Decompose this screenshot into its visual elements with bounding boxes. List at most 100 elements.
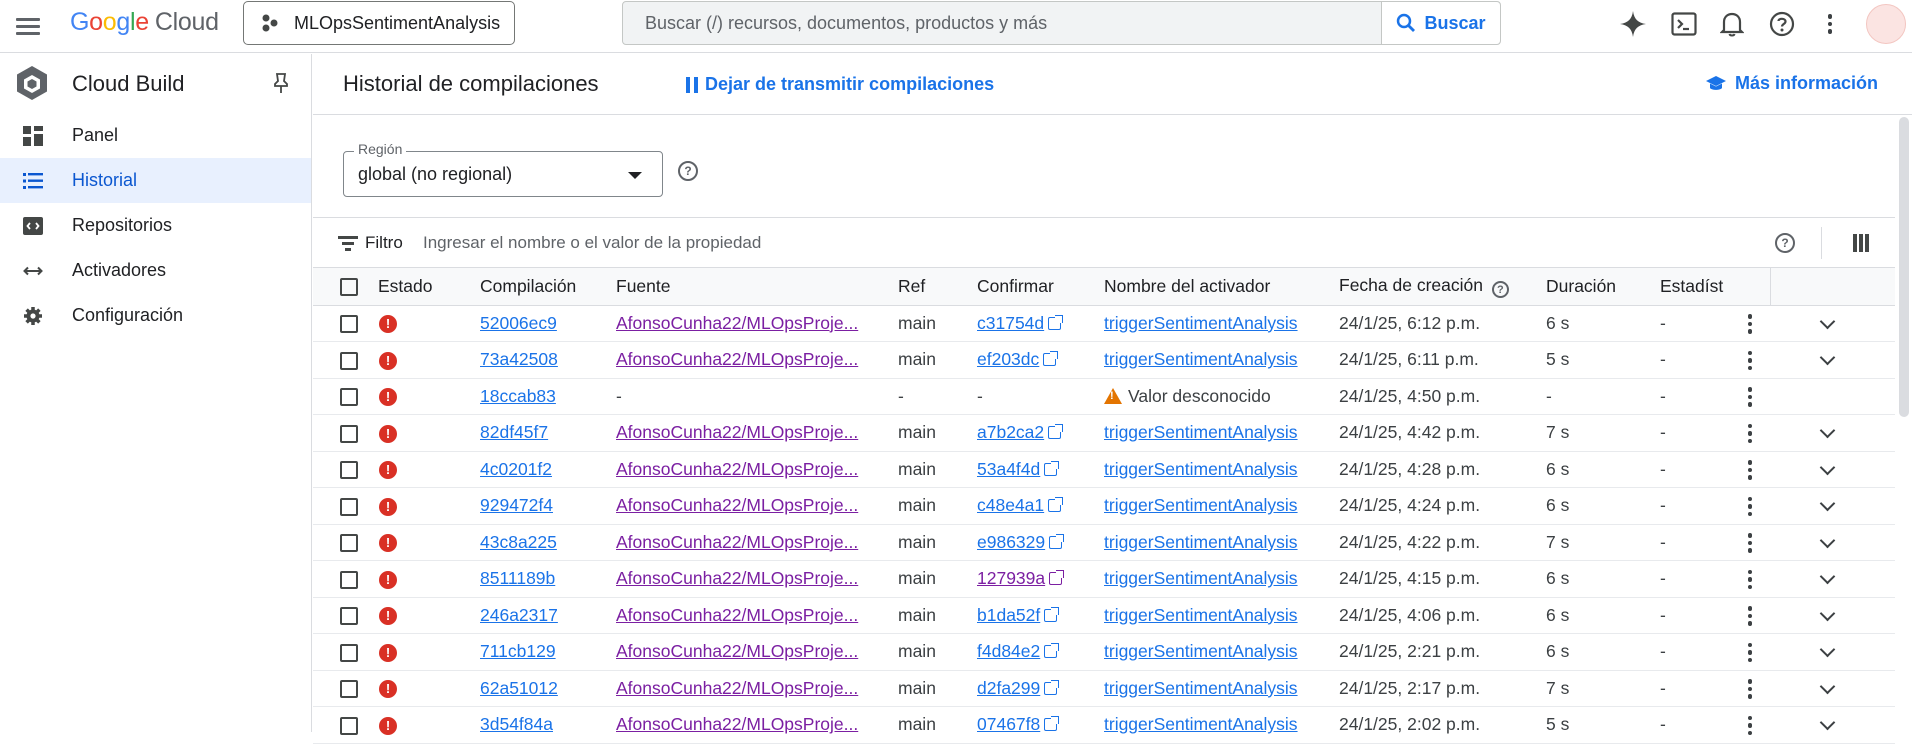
column-header-trigger-name[interactable]: Nombre del activador xyxy=(1093,268,1328,306)
region-help-icon[interactable]: ? xyxy=(678,161,698,181)
row-checkbox[interactable] xyxy=(340,607,358,626)
commit-link[interactable]: a7b2ca2 xyxy=(977,422,1044,442)
row-checkbox[interactable] xyxy=(340,534,358,553)
row-actions-icon[interactable] xyxy=(1747,679,1753,699)
region-select[interactable]: Región global (no regional) xyxy=(343,141,663,197)
main-menu-icon[interactable] xyxy=(14,12,42,40)
commit-link[interactable]: e986329 xyxy=(977,532,1045,552)
row-checkbox[interactable] xyxy=(340,461,358,480)
build-id-link[interactable]: 246a2317 xyxy=(480,605,558,625)
build-id-link[interactable]: 62a51012 xyxy=(480,678,558,698)
trigger-link[interactable]: triggerSentimentAnalysis xyxy=(1104,568,1298,588)
row-actions-icon[interactable] xyxy=(1747,350,1753,371)
row-actions-icon[interactable] xyxy=(1747,569,1753,590)
search-input[interactable]: Buscar (/) recursos, documentos, product… xyxy=(623,2,1381,44)
cloud-shell-icon[interactable] xyxy=(1670,10,1698,38)
trigger-link[interactable]: triggerSentimentAnalysis xyxy=(1104,641,1298,661)
help-icon[interactable] xyxy=(1768,10,1796,38)
row-actions-icon[interactable] xyxy=(1747,533,1753,553)
row-actions-icon[interactable] xyxy=(1747,423,1753,444)
trigger-link[interactable]: triggerSentimentAnalysis xyxy=(1104,459,1298,479)
filter-input[interactable]: Ingresar el nombre o el valor de la prop… xyxy=(423,233,761,253)
build-id-link[interactable]: 3d54f84a xyxy=(480,714,553,734)
more-info-link[interactable]: Más información xyxy=(1705,73,1878,94)
scrollbar[interactable] xyxy=(1899,117,1909,417)
expand-chevron-icon[interactable] xyxy=(1819,313,1836,329)
column-header-fuente[interactable]: Fuente xyxy=(605,268,887,306)
date-help-icon[interactable]: ? xyxy=(1491,281,1509,298)
row-actions-icon[interactable] xyxy=(1747,387,1753,407)
source-link[interactable]: AfonsoCunha22/MLOpsProje... xyxy=(616,605,858,625)
expand-chevron-icon[interactable] xyxy=(1819,349,1836,366)
trigger-link[interactable]: triggerSentimentAnalysis xyxy=(1104,605,1298,625)
source-link[interactable]: AfonsoCunha22/MLOpsProje... xyxy=(616,459,858,479)
row-checkbox[interactable] xyxy=(340,570,358,589)
column-display-options-icon[interactable] xyxy=(1853,234,1869,252)
gemini-sparkle-icon[interactable] xyxy=(1619,10,1647,38)
build-id-link[interactable]: 929472f4 xyxy=(480,495,553,515)
column-header-fecha[interactable]: Fecha de creación ? xyxy=(1328,268,1546,306)
trigger-link[interactable]: triggerSentimentAnalysis xyxy=(1104,678,1298,698)
build-id-link[interactable]: 82df45f7 xyxy=(480,422,548,442)
row-actions-icon[interactable] xyxy=(1747,460,1753,480)
search-button[interactable]: Buscar xyxy=(1381,2,1500,44)
table-row[interactable]: ! 73a42508 AfonsoCunha22/MLOpsProje... main… xyxy=(313,341,1896,379)
table-row[interactable]: ! 52006ec9 AfonsoCunha22/MLOpsProje... main… xyxy=(313,305,1896,342)
expand-chevron-icon[interactable] xyxy=(1819,422,1836,439)
row-checkbox[interactable] xyxy=(340,351,358,370)
table-row[interactable]: ! 3d54f84a AfonsoCunha22/MLOpsProje... main… xyxy=(313,706,1896,744)
row-checkbox[interactable] xyxy=(340,497,358,516)
build-id-link[interactable]: 711cb129 xyxy=(480,641,556,661)
sidebar-item-activadores[interactable]: Activadores xyxy=(0,248,311,293)
more-options-icon[interactable] xyxy=(1816,10,1844,38)
table-row[interactable]: ! 711cb129 AfonsoCunha22/MLOpsProje... main… xyxy=(313,633,1896,671)
commit-link[interactable]: ef203dc xyxy=(977,349,1039,369)
stop-streaming-button[interactable]: Dejar de transmitir compilaciones xyxy=(685,74,994,95)
filter-help-icon[interactable]: ? xyxy=(1775,233,1795,253)
commit-link[interactable]: f4d84e2 xyxy=(977,641,1040,661)
commit-link[interactable]: 07467f8 xyxy=(977,714,1040,734)
source-link[interactable]: AfonsoCunha22/MLOpsProje... xyxy=(616,349,858,369)
table-row[interactable]: ! 4c0201f2 AfonsoCunha22/MLOpsProje... main… xyxy=(313,451,1896,488)
column-header-compilacion[interactable]: Compilación xyxy=(464,268,605,306)
build-id-link[interactable]: 52006ec9 xyxy=(480,313,557,333)
source-link[interactable]: AfonsoCunha22/MLOpsProje... xyxy=(616,532,858,552)
commit-link[interactable]: 127939a xyxy=(977,568,1045,588)
expand-chevron-icon[interactable] xyxy=(1819,568,1836,585)
table-row[interactable]: ! 929472f4 AfonsoCunha22/MLOpsProje... main… xyxy=(313,487,1896,525)
row-actions-icon[interactable] xyxy=(1747,314,1753,334)
select-all-checkbox[interactable] xyxy=(340,278,358,297)
build-id-link[interactable]: 18ccab83 xyxy=(480,386,556,406)
row-checkbox[interactable] xyxy=(340,680,358,699)
table-row[interactable]: !18ccab83---Valor desconocido24/1/25, 4:… xyxy=(313,378,1896,415)
trigger-link[interactable]: triggerSentimentAnalysis xyxy=(1104,422,1298,442)
source-link[interactable]: AfonsoCunha22/MLOpsProje... xyxy=(616,422,858,442)
row-checkbox[interactable] xyxy=(340,424,358,443)
table-row[interactable]: ! 8511189b AfonsoCunha22/MLOpsProje... main… xyxy=(313,560,1896,598)
commit-link[interactable]: c48e4a1 xyxy=(977,495,1044,515)
commit-link[interactable]: d2fa299 xyxy=(977,678,1040,698)
source-link[interactable]: AfonsoCunha22/MLOpsProje... xyxy=(616,678,858,698)
user-avatar[interactable] xyxy=(1866,4,1906,44)
google-cloud-logo[interactable]: Google Cloud xyxy=(70,8,219,37)
source-link[interactable]: AfonsoCunha22/MLOpsProje... xyxy=(616,313,858,333)
trigger-link[interactable]: triggerSentimentAnalysis xyxy=(1104,714,1298,734)
build-id-link[interactable]: 8511189b xyxy=(480,568,555,588)
trigger-link[interactable]: triggerSentimentAnalysis xyxy=(1104,349,1298,369)
trigger-link[interactable]: triggerSentimentAnalysis xyxy=(1104,495,1298,515)
source-link[interactable]: AfonsoCunha22/MLOpsProje... xyxy=(616,714,858,734)
source-link[interactable]: AfonsoCunha22/MLOpsProje... xyxy=(616,568,858,588)
build-id-link[interactable]: 4c0201f2 xyxy=(480,459,552,479)
project-picker-button[interactable]: MLOpsSentimentAnalysis xyxy=(243,1,515,45)
sidebar-item-configuracion[interactable]: Configuración xyxy=(0,293,311,338)
column-header-ref[interactable]: Ref xyxy=(887,268,966,306)
column-header-confirmar[interactable]: Confirmar xyxy=(966,268,1093,306)
row-actions-icon[interactable] xyxy=(1747,642,1753,663)
row-checkbox[interactable] xyxy=(340,315,358,334)
build-id-link[interactable]: 73a42508 xyxy=(480,349,558,369)
row-actions-icon[interactable] xyxy=(1747,715,1753,736)
column-header-estadisticas[interactable]: Estadíst xyxy=(1660,268,1771,306)
expand-chevron-icon[interactable] xyxy=(1819,459,1836,475)
build-id-link[interactable]: 43c8a225 xyxy=(480,532,557,552)
column-header-estado[interactable]: Estado xyxy=(368,268,464,306)
